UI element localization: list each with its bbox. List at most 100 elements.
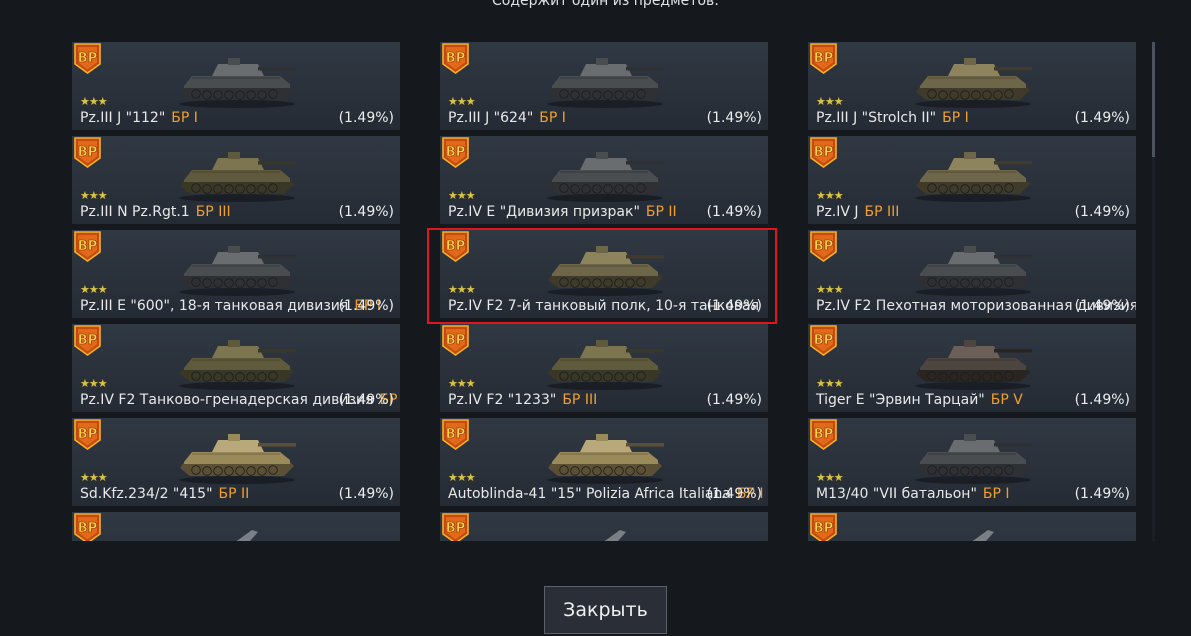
vehicle-name-text: Pz.III J "Strolch II" — [816, 110, 937, 126]
vehicle-name: Pz.IV J БР III — [816, 204, 899, 220]
drop-chance: (1.49%) — [706, 298, 762, 314]
svg-text:BP: BP — [78, 239, 97, 254]
svg-text:BP: BP — [446, 51, 465, 66]
drop-chance: (1.49%) — [1074, 392, 1130, 408]
vehicle-name-text: Pz.IV F2 Танково-гренадерская дивизия — [80, 392, 374, 408]
battle-pass-badge-icon: BP — [441, 513, 470, 541]
vehicle-card[interactable]: BP ★★★ Pz.IV F2 Танково-гренадерская диви… — [72, 324, 400, 412]
drop-chance: (1.49%) — [1074, 486, 1130, 502]
vehicle-name: Pz.III N Pz.Rgt.1 БР III — [80, 204, 231, 220]
close-button[interactable]: Закрыть — [544, 586, 667, 634]
battle-pass-badge-icon: BP — [73, 43, 102, 74]
drop-chance: (1.49%) — [706, 110, 762, 126]
battle-pass-badge-icon: BP — [441, 325, 470, 356]
svg-text:BP: BP — [78, 521, 97, 536]
vehicle-card[interactable]: BP ★★★ Pz.IV F2 "1233" БР III (1.49%) — [440, 324, 768, 412]
svg-text:BP: BP — [78, 51, 97, 66]
vehicle-card[interactable]: BP — [440, 512, 768, 541]
battle-pass-badge-icon: BP — [441, 231, 470, 262]
battle-pass-badge-icon: BP — [441, 43, 470, 74]
vehicle-image — [540, 48, 670, 110]
rarity-stars: ★★★ — [816, 283, 844, 296]
aircraft-image — [908, 518, 1038, 541]
rarity-stars: ★★★ — [816, 95, 844, 108]
vehicle-name: Pz.IV E "Дивизия призрак" БР II — [448, 204, 677, 220]
vehicle-image — [908, 236, 1038, 298]
svg-text:BP: BP — [446, 333, 465, 348]
item-grid: BP ★★★ Pz.III J "112" БР I (1.49%) BP ★★… — [72, 42, 1136, 541]
vehicle-card[interactable]: BP ★★★ Tiger E "Эрвин Тарцай" БР V (1.49%) — [808, 324, 1136, 412]
vehicle-name-text: Pz.IV E "Дивизия призрак" — [448, 204, 640, 220]
battle-rating: БР II — [645, 204, 677, 220]
battle-pass-badge-icon: BP — [73, 419, 102, 450]
vehicle-name: M13/40 "VII батальон" БР I — [816, 486, 1010, 502]
battle-rating: БР II — [218, 486, 250, 502]
drop-chance: (1.49%) — [338, 486, 394, 502]
vehicle-name-text: Pz.III N Pz.Rgt.1 — [80, 204, 190, 220]
vehicle-card[interactable]: BP ★★★ Pz.III J "Strolch II" БР I (1.49%) — [808, 42, 1136, 130]
vehicle-card[interactable]: BP ★★★ Pz.III J "112" БР I (1.49%) — [72, 42, 400, 130]
drop-chance: (1.49%) — [338, 298, 394, 314]
svg-text:BP: BP — [814, 239, 833, 254]
vehicle-name: Pz.III J "624" БР I — [448, 110, 566, 126]
rarity-stars: ★★★ — [816, 471, 844, 484]
drop-chance: (1.49%) — [706, 204, 762, 220]
vehicle-image — [540, 142, 670, 204]
vehicle-name: Tiger E "Эрвин Тарцай" БР V — [816, 392, 1023, 408]
battle-pass-badge-icon: BP — [73, 513, 102, 541]
vehicle-image — [172, 424, 302, 486]
vehicle-image — [540, 424, 670, 486]
rarity-stars: ★★★ — [448, 189, 476, 202]
vehicle-image — [172, 142, 302, 204]
drop-chance: (1.49%) — [338, 392, 394, 408]
battle-rating: БР V — [990, 392, 1023, 408]
dialog-subtitle: Содержит один из предметов: — [492, 0, 719, 9]
vehicle-card[interactable]: BP — [808, 512, 1136, 541]
drop-chance: (1.49%) — [706, 392, 762, 408]
rarity-stars: ★★★ — [80, 471, 108, 484]
vehicle-card[interactable]: BP ★★★ Pz.IV E "Дивизия призрак" БР II (1.4… — [440, 136, 768, 224]
vehicle-card[interactable]: BP ★★★ Pz.III J "624" БР I (1.49%) — [440, 42, 768, 130]
vehicle-image — [172, 236, 302, 298]
vehicle-name: Pz.III J "112" БР I — [80, 110, 198, 126]
scrollbar-thumb[interactable] — [1152, 42, 1155, 157]
rarity-stars: ★★★ — [816, 189, 844, 202]
battle-pass-badge-icon: BP — [809, 513, 838, 541]
vehicle-name: Sd.Kfz.234/2 "415" БР II — [80, 486, 249, 502]
battle-pass-badge-icon: BP — [809, 419, 838, 450]
vehicle-card[interactable]: BP — [72, 512, 400, 541]
vehicle-name-text: Sd.Kfz.234/2 "415" — [80, 486, 213, 502]
battle-pass-badge-icon: BP — [809, 43, 838, 74]
drop-chance: (1.49%) — [1074, 204, 1130, 220]
svg-text:BP: BP — [78, 333, 97, 348]
drop-chance: (1.49%) — [1074, 110, 1130, 126]
vehicle-card[interactable]: BP ★★★ Pz.IV F2 Пехотная моторизованная д… — [808, 230, 1136, 318]
svg-text:BP: BP — [78, 427, 97, 442]
aircraft-image — [172, 518, 302, 541]
rarity-stars: ★★★ — [80, 377, 108, 390]
vehicle-image — [540, 330, 670, 392]
vehicle-card[interactable]: BP ★★★ Pz.III E "600", 18-я танковая диви… — [72, 230, 400, 318]
vehicle-image — [172, 48, 302, 110]
battle-rating: БР III — [864, 204, 900, 220]
battle-pass-badge-icon: BP — [73, 137, 102, 168]
rarity-stars: ★★★ — [80, 283, 108, 296]
vehicle-image — [540, 236, 670, 298]
battle-pass-badge-icon: BP — [809, 231, 838, 262]
vehicle-card[interactable]: BP ★★★ Sd.Kfz.234/2 "415" БР II (1.49%) — [72, 418, 400, 506]
battle-pass-badge-icon: BP — [809, 325, 838, 356]
vehicle-card[interactable]: BP ★★★ Pz.III N Pz.Rgt.1 БР III (1.49%) — [72, 136, 400, 224]
svg-text:BP: BP — [446, 521, 465, 536]
vehicle-card[interactable]: BP ★★★ Pz.IV F2 7-й танковый полк, 10-я т… — [440, 230, 768, 318]
drop-chance: (1.49%) — [706, 486, 762, 502]
vehicle-card[interactable]: BP ★★★ Pz.IV J БР III (1.49%) — [808, 136, 1136, 224]
svg-text:BP: BP — [814, 521, 833, 536]
vehicle-name-text: Pz.III E "600", 18-я танковая дивизия — [80, 298, 349, 314]
svg-text:BP: BP — [446, 427, 465, 442]
vehicle-card[interactable]: BP ★★★ Autoblinda-41 "15" Polizia Africa … — [440, 418, 768, 506]
drop-chance: (1.49%) — [1074, 298, 1130, 314]
battle-rating: БР III — [562, 392, 598, 408]
battle-rating: БР I — [171, 110, 198, 126]
battle-pass-badge-icon: BP — [73, 231, 102, 262]
vehicle-card[interactable]: BP ★★★ M13/40 "VII батальон" БР I (1.49%) — [808, 418, 1136, 506]
